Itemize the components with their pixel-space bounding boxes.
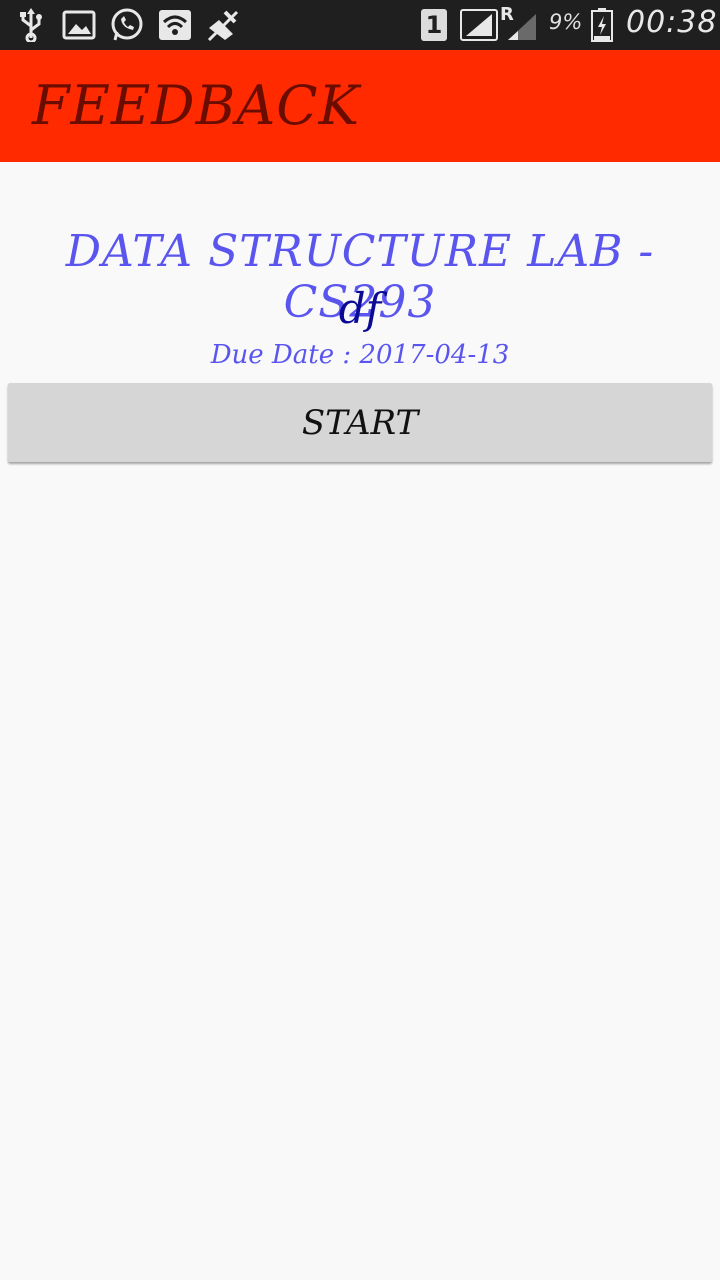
roaming-signal-icon bbox=[504, 8, 538, 42]
battery-icon bbox=[591, 8, 613, 42]
status-bar: 1 R 9% 00:38 bbox=[0, 0, 720, 50]
wifi-icon bbox=[158, 8, 192, 42]
start-button[interactable]: START bbox=[8, 383, 712, 462]
mute-icon bbox=[205, 8, 241, 42]
battery-percent: 9% bbox=[549, 10, 583, 34]
image-icon bbox=[62, 8, 96, 42]
signal-icon bbox=[460, 8, 498, 42]
subtitle: df bbox=[338, 284, 382, 333]
due-date: Due Date : 2017-04-13 bbox=[210, 340, 510, 370]
sim-icon: 1 bbox=[421, 9, 447, 41]
app-title: FEEDBACK bbox=[32, 74, 360, 137]
app-bar: FEEDBACK bbox=[0, 50, 720, 162]
usb-icon bbox=[18, 8, 44, 42]
whatsapp-icon bbox=[109, 8, 145, 42]
clock: 00:38 bbox=[626, 5, 718, 40]
